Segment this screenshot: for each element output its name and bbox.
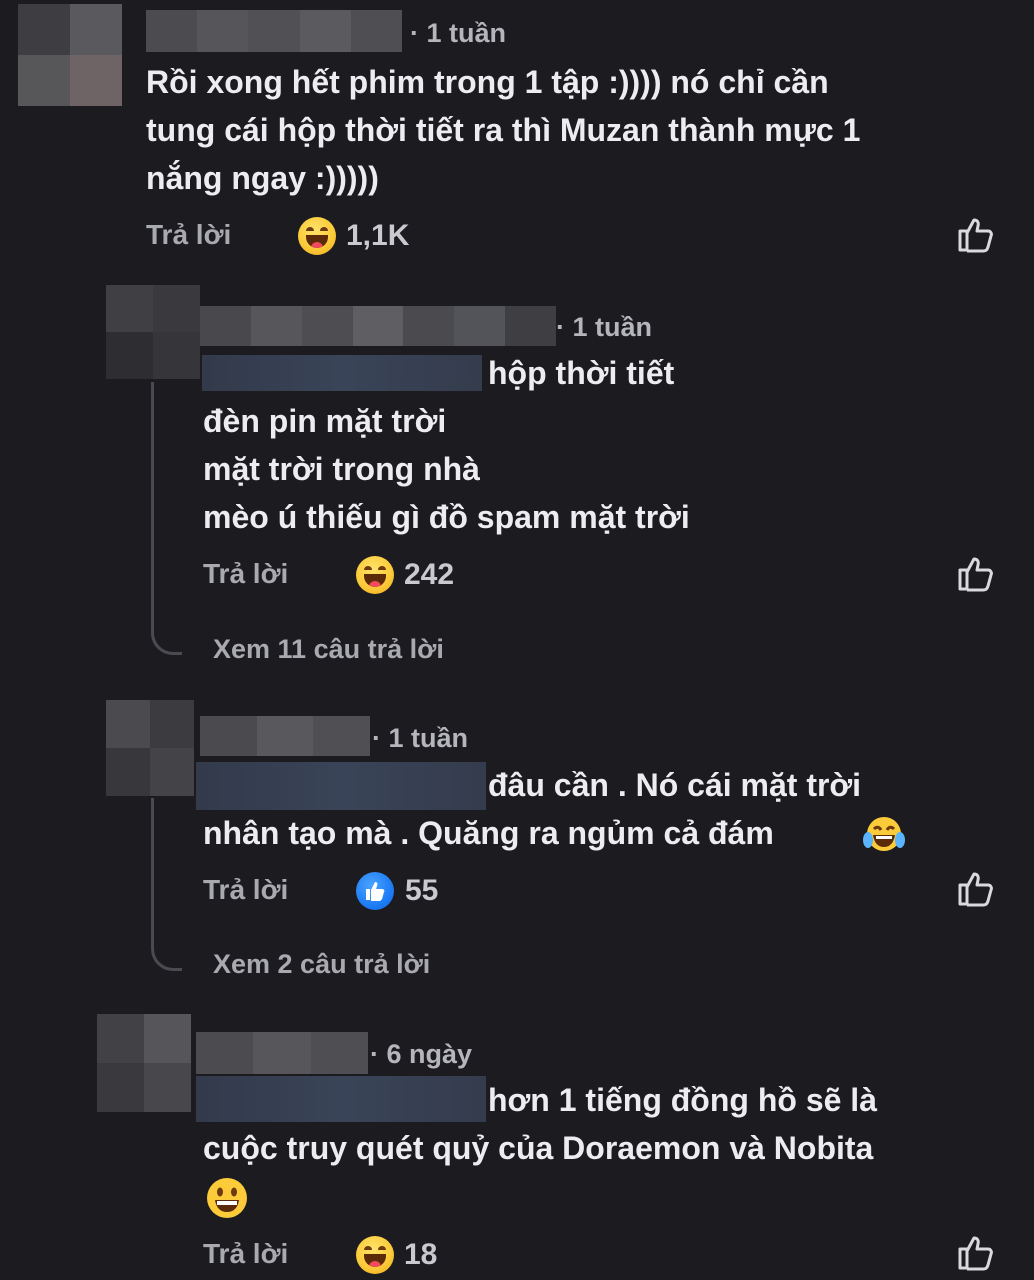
comment-time: · 6 ngày — [370, 1039, 473, 1069]
comment-text-line: mèo ú thiếu gì đồ spam mặt trời — [203, 499, 690, 535]
comment-text-line: đâu cần . Nó cái mặt trời — [488, 767, 862, 803]
username-blurred[interactable] — [200, 306, 556, 346]
comment-text-line: nhân tạo mà . Quăng ra ngủm cả đám — [203, 815, 774, 851]
reaction-count[interactable]: 18 — [404, 1238, 437, 1272]
like-thumb-icon[interactable] — [956, 1232, 996, 1272]
avatar[interactable] — [97, 1014, 191, 1112]
laughing-tears-emoji — [863, 817, 905, 851]
mention-blurred[interactable] — [196, 1076, 486, 1122]
comment-text-line: hộp thời tiết — [488, 355, 675, 391]
haha-emoji[interactable] — [356, 556, 394, 594]
reply-button[interactable]: Trả lời — [146, 219, 231, 251]
avatar[interactable] — [18, 4, 122, 106]
haha-emoji[interactable] — [356, 1236, 394, 1274]
avatar[interactable] — [106, 700, 194, 796]
reply-button[interactable]: Trả lời — [203, 1238, 288, 1270]
mention-blurred[interactable] — [202, 355, 482, 391]
view-replies-link[interactable]: Xem 11 câu trả lời — [213, 634, 444, 665]
comment-time: · 1 tuần — [372, 723, 469, 753]
thread-line — [151, 382, 182, 655]
username-blurred[interactable] — [146, 10, 402, 52]
reply-button[interactable]: Trả lời — [203, 874, 288, 906]
reaction-count[interactable]: 1,1K — [346, 219, 409, 253]
comment-time: · 1 tuần — [410, 18, 507, 48]
reaction-count[interactable]: 55 — [405, 874, 438, 908]
comment-text-line: tung cái hộp thời tiết ra thì Muzan thàn… — [146, 112, 861, 148]
avatar[interactable] — [106, 285, 200, 379]
like-reaction-icon[interactable] — [356, 872, 394, 910]
view-replies-link[interactable]: Xem 2 câu trả lời — [213, 949, 430, 980]
comment-text-line: hơn 1 tiếng đồng hồ sẽ là — [488, 1082, 877, 1118]
like-thumb-icon[interactable] — [956, 553, 996, 593]
username-blurred[interactable] — [200, 716, 370, 756]
reaction-count[interactable]: 242 — [404, 558, 454, 592]
comment-time: · 1 tuần — [556, 312, 653, 342]
like-thumb-icon[interactable] — [956, 214, 996, 254]
comment-text-line: cuộc truy quét quỷ của Doraemon và Nobit… — [203, 1130, 874, 1166]
comment-text-line: Rồi xong hết phim trong 1 tập :)))) nó c… — [146, 64, 829, 100]
like-thumb-icon[interactable] — [956, 868, 996, 908]
haha-emoji[interactable] — [298, 217, 336, 255]
mention-blurred[interactable] — [196, 762, 486, 810]
comment-text-line: đèn pin mặt trời — [203, 403, 447, 439]
comment-text-line: nắng ngay :))))) — [146, 160, 379, 196]
reply-button[interactable]: Trả lời — [203, 558, 288, 590]
thread-line — [151, 798, 182, 971]
username-blurred[interactable] — [196, 1032, 368, 1074]
grinning-emoji — [207, 1178, 247, 1218]
comment-text-line: mặt trời trong nhà — [203, 451, 480, 487]
